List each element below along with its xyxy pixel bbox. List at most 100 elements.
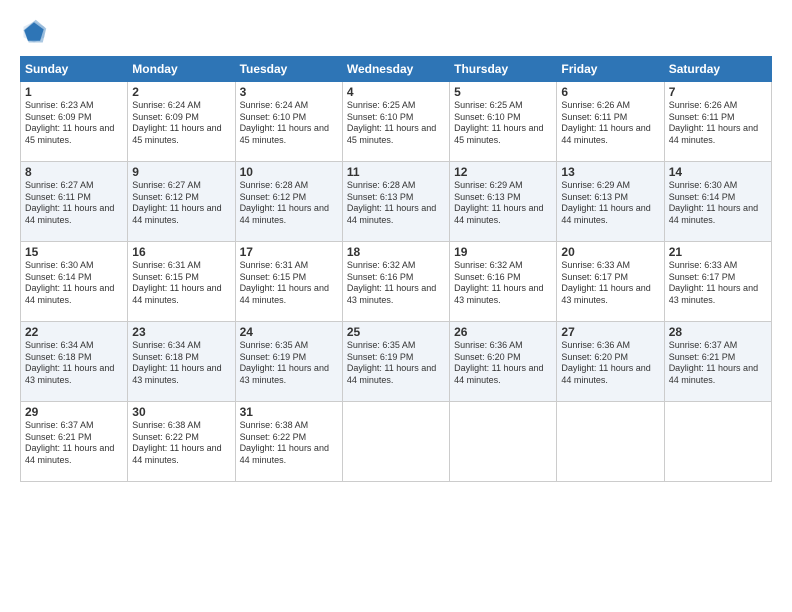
- col-monday: Monday: [128, 57, 235, 82]
- day-number: 26: [454, 325, 552, 339]
- day-number: 1: [25, 85, 123, 99]
- day-info: Sunrise: 6:38 AMSunset: 6:22 PMDaylight:…: [132, 420, 230, 467]
- day-info: Sunrise: 6:37 AMSunset: 6:21 PMDaylight:…: [669, 340, 767, 387]
- calendar-header-row: Sunday Monday Tuesday Wednesday Thursday…: [21, 57, 772, 82]
- day-info: Sunrise: 6:35 AMSunset: 6:19 PMDaylight:…: [240, 340, 338, 387]
- day-number: 15: [25, 245, 123, 259]
- col-wednesday: Wednesday: [342, 57, 449, 82]
- day-info: Sunrise: 6:30 AMSunset: 6:14 PMDaylight:…: [669, 180, 767, 227]
- day-info: Sunrise: 6:28 AMSunset: 6:12 PMDaylight:…: [240, 180, 338, 227]
- table-row: 23Sunrise: 6:34 AMSunset: 6:18 PMDayligh…: [128, 322, 235, 402]
- day-number: 21: [669, 245, 767, 259]
- day-info: Sunrise: 6:33 AMSunset: 6:17 PMDaylight:…: [561, 260, 659, 307]
- table-row: 8Sunrise: 6:27 AMSunset: 6:11 PMDaylight…: [21, 162, 128, 242]
- day-number: 27: [561, 325, 659, 339]
- day-number: 4: [347, 85, 445, 99]
- calendar-week-row: 22Sunrise: 6:34 AMSunset: 6:18 PMDayligh…: [21, 322, 772, 402]
- day-number: 2: [132, 85, 230, 99]
- day-number: 7: [669, 85, 767, 99]
- day-info: Sunrise: 6:27 AMSunset: 6:12 PMDaylight:…: [132, 180, 230, 227]
- day-number: 10: [240, 165, 338, 179]
- logo: [20, 18, 52, 46]
- table-row: 20Sunrise: 6:33 AMSunset: 6:17 PMDayligh…: [557, 242, 664, 322]
- day-number: 17: [240, 245, 338, 259]
- table-row: 31Sunrise: 6:38 AMSunset: 6:22 PMDayligh…: [235, 402, 342, 482]
- header: [20, 18, 772, 46]
- table-row: 10Sunrise: 6:28 AMSunset: 6:12 PMDayligh…: [235, 162, 342, 242]
- day-info: Sunrise: 6:36 AMSunset: 6:20 PMDaylight:…: [454, 340, 552, 387]
- table-row: 28Sunrise: 6:37 AMSunset: 6:21 PMDayligh…: [664, 322, 771, 402]
- day-info: Sunrise: 6:31 AMSunset: 6:15 PMDaylight:…: [240, 260, 338, 307]
- logo-icon: [20, 18, 48, 46]
- col-friday: Friday: [557, 57, 664, 82]
- day-info: Sunrise: 6:24 AMSunset: 6:10 PMDaylight:…: [240, 100, 338, 147]
- day-number: 6: [561, 85, 659, 99]
- day-info: Sunrise: 6:31 AMSunset: 6:15 PMDaylight:…: [132, 260, 230, 307]
- day-number: 29: [25, 405, 123, 419]
- day-number: 22: [25, 325, 123, 339]
- col-tuesday: Tuesday: [235, 57, 342, 82]
- day-info: Sunrise: 6:30 AMSunset: 6:14 PMDaylight:…: [25, 260, 123, 307]
- day-number: 19: [454, 245, 552, 259]
- day-info: Sunrise: 6:38 AMSunset: 6:22 PMDaylight:…: [240, 420, 338, 467]
- table-row: 29Sunrise: 6:37 AMSunset: 6:21 PMDayligh…: [21, 402, 128, 482]
- table-row: 6Sunrise: 6:26 AMSunset: 6:11 PMDaylight…: [557, 82, 664, 162]
- day-number: 24: [240, 325, 338, 339]
- day-info: Sunrise: 6:24 AMSunset: 6:09 PMDaylight:…: [132, 100, 230, 147]
- day-info: Sunrise: 6:29 AMSunset: 6:13 PMDaylight:…: [454, 180, 552, 227]
- day-info: Sunrise: 6:26 AMSunset: 6:11 PMDaylight:…: [561, 100, 659, 147]
- calendar-table: Sunday Monday Tuesday Wednesday Thursday…: [20, 56, 772, 482]
- day-number: 8: [25, 165, 123, 179]
- day-number: 9: [132, 165, 230, 179]
- table-row: 30Sunrise: 6:38 AMSunset: 6:22 PMDayligh…: [128, 402, 235, 482]
- table-row: 3Sunrise: 6:24 AMSunset: 6:10 PMDaylight…: [235, 82, 342, 162]
- day-number: 30: [132, 405, 230, 419]
- table-row: [342, 402, 449, 482]
- day-number: 23: [132, 325, 230, 339]
- table-row: 18Sunrise: 6:32 AMSunset: 6:16 PMDayligh…: [342, 242, 449, 322]
- table-row: 27Sunrise: 6:36 AMSunset: 6:20 PMDayligh…: [557, 322, 664, 402]
- table-row: 4Sunrise: 6:25 AMSunset: 6:10 PMDaylight…: [342, 82, 449, 162]
- table-row: 16Sunrise: 6:31 AMSunset: 6:15 PMDayligh…: [128, 242, 235, 322]
- calendar-week-row: 1Sunrise: 6:23 AMSunset: 6:09 PMDaylight…: [21, 82, 772, 162]
- day-number: 20: [561, 245, 659, 259]
- day-number: 18: [347, 245, 445, 259]
- table-row: [557, 402, 664, 482]
- col-saturday: Saturday: [664, 57, 771, 82]
- calendar-week-row: 15Sunrise: 6:30 AMSunset: 6:14 PMDayligh…: [21, 242, 772, 322]
- col-thursday: Thursday: [450, 57, 557, 82]
- day-number: 3: [240, 85, 338, 99]
- day-number: 11: [347, 165, 445, 179]
- day-number: 14: [669, 165, 767, 179]
- day-info: Sunrise: 6:32 AMSunset: 6:16 PMDaylight:…: [454, 260, 552, 307]
- page: Sunday Monday Tuesday Wednesday Thursday…: [0, 0, 792, 612]
- day-number: 28: [669, 325, 767, 339]
- day-info: Sunrise: 6:32 AMSunset: 6:16 PMDaylight:…: [347, 260, 445, 307]
- day-info: Sunrise: 6:36 AMSunset: 6:20 PMDaylight:…: [561, 340, 659, 387]
- table-row: 19Sunrise: 6:32 AMSunset: 6:16 PMDayligh…: [450, 242, 557, 322]
- table-row: 5Sunrise: 6:25 AMSunset: 6:10 PMDaylight…: [450, 82, 557, 162]
- table-row: 25Sunrise: 6:35 AMSunset: 6:19 PMDayligh…: [342, 322, 449, 402]
- table-row: [450, 402, 557, 482]
- table-row: 12Sunrise: 6:29 AMSunset: 6:13 PMDayligh…: [450, 162, 557, 242]
- day-info: Sunrise: 6:25 AMSunset: 6:10 PMDaylight:…: [454, 100, 552, 147]
- calendar-week-row: 8Sunrise: 6:27 AMSunset: 6:11 PMDaylight…: [21, 162, 772, 242]
- day-info: Sunrise: 6:33 AMSunset: 6:17 PMDaylight:…: [669, 260, 767, 307]
- day-info: Sunrise: 6:29 AMSunset: 6:13 PMDaylight:…: [561, 180, 659, 227]
- day-info: Sunrise: 6:37 AMSunset: 6:21 PMDaylight:…: [25, 420, 123, 467]
- table-row: 9Sunrise: 6:27 AMSunset: 6:12 PMDaylight…: [128, 162, 235, 242]
- day-info: Sunrise: 6:28 AMSunset: 6:13 PMDaylight:…: [347, 180, 445, 227]
- table-row: 22Sunrise: 6:34 AMSunset: 6:18 PMDayligh…: [21, 322, 128, 402]
- table-row: 21Sunrise: 6:33 AMSunset: 6:17 PMDayligh…: [664, 242, 771, 322]
- table-row: 15Sunrise: 6:30 AMSunset: 6:14 PMDayligh…: [21, 242, 128, 322]
- day-number: 16: [132, 245, 230, 259]
- table-row: [664, 402, 771, 482]
- col-sunday: Sunday: [21, 57, 128, 82]
- day-number: 5: [454, 85, 552, 99]
- day-number: 13: [561, 165, 659, 179]
- table-row: 2Sunrise: 6:24 AMSunset: 6:09 PMDaylight…: [128, 82, 235, 162]
- table-row: 14Sunrise: 6:30 AMSunset: 6:14 PMDayligh…: [664, 162, 771, 242]
- table-row: 17Sunrise: 6:31 AMSunset: 6:15 PMDayligh…: [235, 242, 342, 322]
- table-row: 26Sunrise: 6:36 AMSunset: 6:20 PMDayligh…: [450, 322, 557, 402]
- calendar-week-row: 29Sunrise: 6:37 AMSunset: 6:21 PMDayligh…: [21, 402, 772, 482]
